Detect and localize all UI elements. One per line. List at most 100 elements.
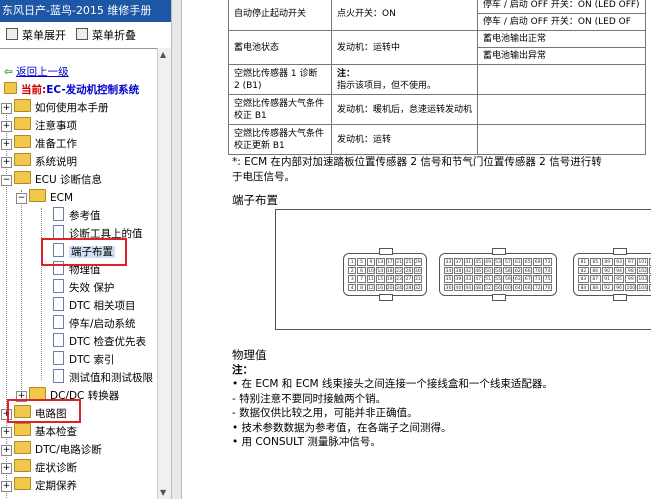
tree-item-preparation[interactable]: + 准备工作 xyxy=(1,135,77,153)
table-cell: 自动停止起动开关 xyxy=(228,0,332,31)
connector-pin: 55 xyxy=(493,275,503,283)
ecm-connector-2: 33 37 41 45 49 53 57 61 65 69 73 34 38 42 46 50 54 58 62 66… xyxy=(439,248,557,301)
connector-pin: 62 xyxy=(513,266,523,274)
connector-pin: 27 xyxy=(404,275,413,283)
table-cell: 空燃比传感器大气条件校正更新 B1 xyxy=(228,124,332,155)
tree-item-system-description[interactable]: + 系统说明 xyxy=(1,153,77,171)
connector-latch xyxy=(613,294,627,301)
back-link[interactable]: ⇦ 返回上一级 xyxy=(4,64,69,79)
tree-item-label: 基本检查 xyxy=(35,426,77,438)
table-cell: 停车 / 启动 OFF 开关：ON (LED OFF) xyxy=(477,0,646,14)
document-icon xyxy=(53,279,64,293)
back-label: 返回上一级 xyxy=(16,66,69,78)
tree-item-how-to-use[interactable]: + 如何使用本手册 xyxy=(1,99,109,117)
connector-pin: 19 xyxy=(385,275,394,283)
scroll-up-icon[interactable]: ▲ xyxy=(160,50,168,59)
connector-pin: 3 xyxy=(348,275,357,283)
terminal-layout-heading: 端子布置 xyxy=(232,193,278,207)
spec-table: 自动停止起动开关 点火开关：ON 停车 / 启动 OFF 开关：ON (LED … xyxy=(228,0,646,155)
connector-pin: 99 xyxy=(625,275,637,283)
connector-pin: 71 xyxy=(533,275,543,283)
tree-item-dtc-priority[interactable]: DTC 检查优先表 xyxy=(53,333,146,351)
collapse-label: 菜单折叠 xyxy=(92,29,136,42)
connector-pin: 42 xyxy=(463,266,473,274)
table-cell: 空燃比传感器 1 诊断 2 (B1) xyxy=(228,64,332,95)
tree-item-reference-value[interactable]: 参考值 xyxy=(53,207,101,225)
expand-toggle-icon[interactable]: + xyxy=(1,463,12,474)
connector-pin: 6 xyxy=(357,266,366,274)
expand-toggle-icon[interactable]: + xyxy=(1,139,12,150)
expand-toggle-icon[interactable]: + xyxy=(1,157,12,168)
note-text: 指示该项目，但不使用。 xyxy=(337,80,437,91)
expand-toggle-icon[interactable]: + xyxy=(1,481,12,492)
connector-pin: 72 xyxy=(533,283,543,291)
tree-item-dtc-related[interactable]: DTC 相关项目 xyxy=(53,297,136,315)
collapse-toggle-icon[interactable]: − xyxy=(1,175,12,186)
connector-pin: 90 xyxy=(601,266,613,274)
folder-icon xyxy=(14,135,31,148)
tree-item-symptom-diagnosis[interactable]: + 症状诊断 xyxy=(1,459,77,477)
expand-toggle-icon[interactable]: + xyxy=(1,445,12,456)
connector-pin: 16 xyxy=(376,283,385,291)
tree-item-dtc-index[interactable]: DTC 索引 xyxy=(53,351,115,369)
panel-splitter[interactable] xyxy=(171,0,182,499)
table-row: 蓄电池状态 发动机：运转中 蓄电池输出正常 xyxy=(228,30,646,65)
connector-pin: 94 xyxy=(613,266,625,274)
ecm-connector-3: 8185899397101105828690949810210683879195… xyxy=(573,248,651,301)
connector-pin: 102 xyxy=(637,266,649,274)
tree-item-test-values[interactable]: 测试值和测试极限 xyxy=(53,369,153,387)
folder-icon xyxy=(14,441,31,454)
tree-item-stop-start-system[interactable]: 停车/启动系统 xyxy=(53,315,136,333)
tree-item-label: 系统说明 xyxy=(35,156,77,168)
expand-label: 菜单展开 xyxy=(22,29,66,42)
connector-pin: 40 xyxy=(453,283,463,291)
folder-open-icon xyxy=(29,189,46,202)
table-cell: 蓄电池状态 xyxy=(228,30,332,65)
tree-item-dtc-circuit-diagnosis[interactable]: + DTC/电路诊断 xyxy=(1,441,102,459)
table-cell: 空燃比传感器大气条件校正 B1 xyxy=(228,94,332,125)
scroll-down-icon[interactable]: ▼ xyxy=(160,488,168,497)
tree-item-label: 测试值和测试极限 xyxy=(69,372,153,384)
document-icon xyxy=(53,333,64,347)
expand-toggle-icon[interactable]: + xyxy=(1,427,12,438)
table-cell: 发动机：运转 xyxy=(330,124,479,155)
connector-pin: 5 xyxy=(357,258,366,266)
document-icon xyxy=(53,225,64,239)
expand-menu-button[interactable]: 菜单展开 xyxy=(6,27,66,43)
connector-pin: 39 xyxy=(453,275,463,283)
nav-scrollbar[interactable]: ▲ ▼ xyxy=(157,48,171,499)
connector-pin: 58 xyxy=(503,266,513,274)
connector-pin: 31 xyxy=(413,275,422,283)
tree-item-fail-safe[interactable]: 失效 保护 xyxy=(53,279,114,297)
expand-toggle-icon[interactable]: + xyxy=(1,103,12,114)
expand-toggle-icon[interactable]: + xyxy=(1,121,12,132)
connector-pin-grid: 1 5 9 13 17 21 25 29 2 6 10 14 18 22 26 30 3 7 11 15 19 23 27 3… xyxy=(348,258,422,291)
table-row: 空燃比传感器 1 诊断 2 (B1) 注： 指示该项目，但不使用。 xyxy=(228,64,646,95)
physical-note-label: 注： xyxy=(232,364,253,376)
tree-item-label: 症状诊断 xyxy=(35,462,77,474)
tree-item-label: 如何使用本手册 xyxy=(35,102,109,114)
table-cell xyxy=(477,124,646,155)
tree-item-periodic-maintenance[interactable]: + 定期保养 xyxy=(1,477,77,495)
book-icon xyxy=(4,82,17,94)
connector-pin: 38 xyxy=(453,266,463,274)
connector-pin: 95 xyxy=(613,275,625,283)
connector-pin: 100 xyxy=(625,283,637,291)
highlight-box-terminal-layout xyxy=(41,238,127,266)
collapse-icon xyxy=(76,28,88,40)
table-cell xyxy=(477,64,646,95)
tree-item-basic-inspection[interactable]: + 基本检查 xyxy=(1,423,77,441)
tree-item-precautions[interactable]: + 注意事项 xyxy=(1,117,77,135)
window-title: 东风日产-蓝鸟-2015 维修手册 xyxy=(0,0,171,22)
tree-item-label: ECM xyxy=(50,192,74,204)
collapse-toggle-icon[interactable]: − xyxy=(16,193,27,204)
connector-pin: 41 xyxy=(463,258,473,266)
connector-pin: 17 xyxy=(385,258,394,266)
tree-item-ecu-diagnosis[interactable]: − ECU 诊断信息 xyxy=(1,171,102,189)
connector-pin: 57 xyxy=(503,258,513,266)
tree-item-ecm[interactable]: − ECM xyxy=(16,189,73,207)
connector-pin: 53 xyxy=(493,258,503,266)
note-title: 注： xyxy=(337,68,356,79)
collapse-menu-button[interactable]: 菜单折叠 xyxy=(76,27,136,43)
connector-pin: 56 xyxy=(493,283,503,291)
